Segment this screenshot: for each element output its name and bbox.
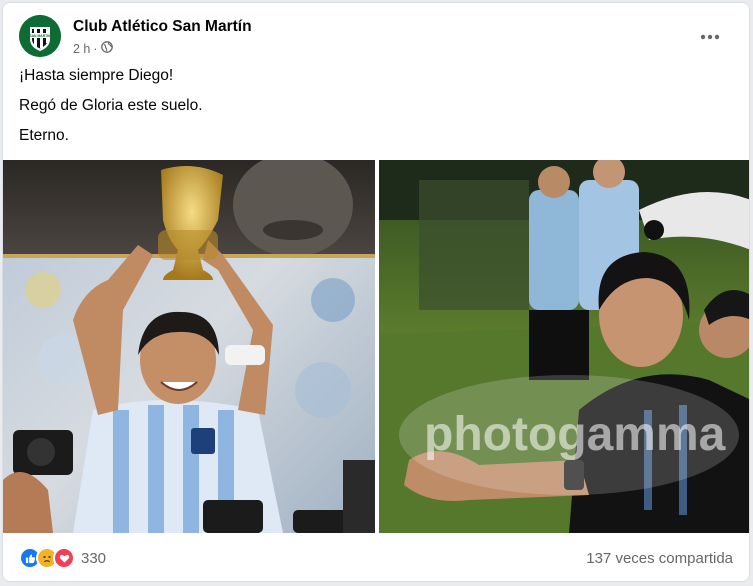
post-message: ¡Hasta siempre Diego! Regó de Gloria est…	[19, 67, 203, 157]
page-name-link[interactable]: Club Atlético San Martín	[73, 18, 252, 36]
photo-left-image	[3, 160, 375, 533]
photo-left[interactable]	[3, 160, 375, 533]
post-footer: 330 137 veces compartida	[19, 543, 733, 573]
more-options-button[interactable]	[695, 21, 725, 51]
reactions-summary[interactable]: 330	[19, 547, 106, 569]
page-avatar[interactable]: SAN MARTIN	[19, 15, 61, 57]
avatar-text: SAN MARTIN	[29, 34, 51, 38]
globe-icon[interactable]	[100, 41, 113, 56]
shares-count-link[interactable]: 137 veces compartida	[586, 550, 733, 567]
reaction-count[interactable]: 330	[81, 550, 106, 567]
post-header: SAN MARTIN Club Atlético San Martín 2 h …	[19, 15, 733, 59]
post-card: SAN MARTIN Club Atlético San Martín 2 h …	[2, 2, 750, 582]
photo-right-image: photogamma	[379, 160, 749, 533]
love-icon	[53, 547, 75, 569]
photo-grid: photogamma	[3, 160, 749, 533]
post-line-2: Regó de Gloria este suelo.	[19, 97, 203, 114]
photo-watermark: photogamma	[424, 408, 726, 461]
post-meta: 2 h ·	[73, 41, 113, 56]
photo-right[interactable]: photogamma	[379, 160, 749, 533]
post-time[interactable]: 2 h	[73, 42, 90, 56]
post-line-3: Eterno.	[19, 127, 69, 144]
post-line-1: ¡Hasta siempre Diego!	[19, 67, 174, 84]
more-dots-icon	[700, 27, 720, 45]
